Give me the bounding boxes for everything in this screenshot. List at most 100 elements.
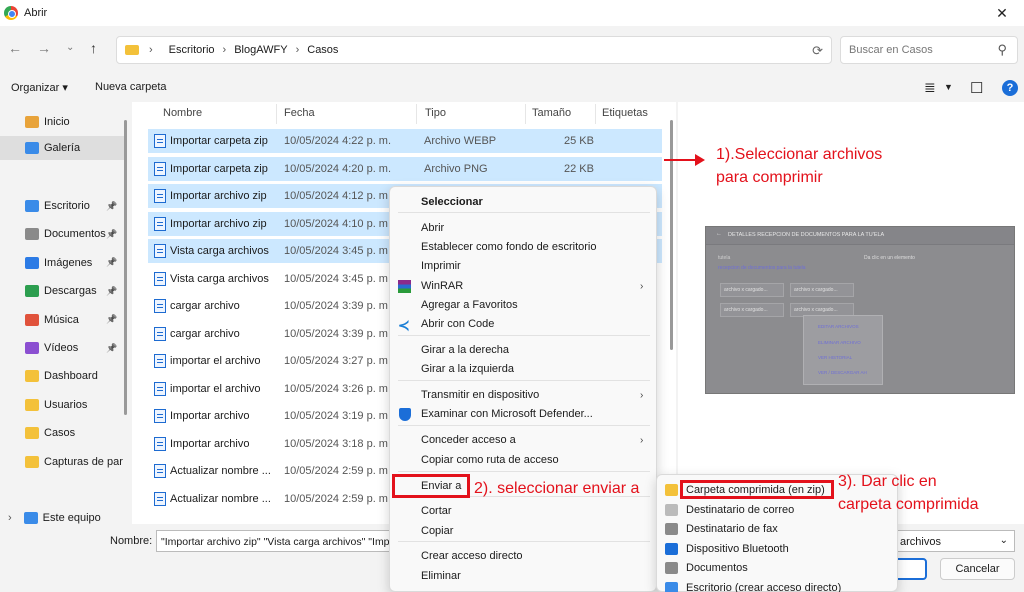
chevron-right-icon: › <box>640 435 644 446</box>
breadcrumb-escritorio[interactable]: Escritorio <box>169 44 215 56</box>
menu-divider <box>398 425 650 426</box>
menu-item-transmitir-en-dispositivo[interactable]: Transmitir en dispositivo › <box>390 386 658 405</box>
shield-icon <box>399 408 411 421</box>
sidebar-item-música[interactable]: Música 📌 <box>0 308 126 332</box>
sidebar-item-label: Este equipo <box>42 512 101 524</box>
sidebar-item-capturas-de-par[interactable]: Capturas de par <box>0 450 126 474</box>
submenu-item-label: Destinatario de correo <box>686 503 795 516</box>
column-header-name[interactable]: Nombre <box>163 102 202 124</box>
help-icon[interactable]: ? <box>1002 80 1018 96</box>
pin-icon[interactable]: 📌 <box>106 257 117 268</box>
window-title: Abrir <box>24 7 48 19</box>
folder-icon <box>25 370 39 383</box>
menu-item-winrar[interactable]: WinRAR › <box>390 277 658 296</box>
sidebar-item-documentos[interactable]: Documentos 📌 <box>0 222 126 246</box>
menu-item-establecer-como-fondo-de-escritorio[interactable]: Establecer como fondo de escritorio <box>390 238 658 257</box>
file-name: cargar archivo <box>170 300 240 312</box>
menu-item-girar-a-la-izquierda[interactable]: Girar a la izquierda <box>390 360 658 379</box>
mail-icon <box>665 503 678 516</box>
back-arrow-icon[interactable]: ← <box>8 40 22 56</box>
forward-arrow-icon[interactable]: → <box>37 40 51 56</box>
column-header-type[interactable]: Tipo <box>425 102 446 124</box>
menu-item-girar-a-la-derecha[interactable]: Girar a la derecha <box>390 341 658 360</box>
image-file-icon <box>154 491 166 506</box>
column-header-tags[interactable]: Etiquetas <box>602 102 648 124</box>
file-name: Importar archivo <box>170 437 250 450</box>
annotation-step3-line2: carpeta comprimida <box>838 496 979 513</box>
menu-item-examinar-con-microsoft-defender[interactable]: Examinar con Microsoft Defender... <box>390 405 658 424</box>
pin-icon[interactable]: 📌 <box>106 229 117 240</box>
preview-pane-icon[interactable]: ☐ <box>970 79 983 97</box>
menu-item-agregar-a-favoritos[interactable]: Agregar a Favoritos <box>390 296 658 315</box>
menu-item-cortar[interactable]: Cortar <box>390 502 658 521</box>
refresh-icon[interactable]: ⟳ <box>812 43 823 59</box>
annotation-step1: 1).Seleccionar archivos <box>716 146 883 163</box>
view-list-icon[interactable]: ≣ <box>924 79 936 96</box>
file-type-select[interactable]: archivos ⌄ <box>895 530 1015 552</box>
sidebar-item-galeria[interactable]: Galería <box>0 136 126 160</box>
address-bar[interactable]: › Escritorio › BlogAWFY › Casos ⟳ <box>116 36 832 64</box>
sidebar-item-label: Documentos <box>44 228 106 241</box>
submenu-item-desktop[interactable]: Escritorio (crear acceso directo) <box>657 578 899 592</box>
menu-item-label: Conceder acceso a <box>421 434 516 446</box>
image-file-icon <box>154 381 166 396</box>
winrar-icon <box>398 280 411 293</box>
highlight-zip-option <box>680 480 834 499</box>
sidebar-item-descargas[interactable]: Descargas 📌 <box>0 279 126 303</box>
submenu-item-bluetooth[interactable]: Dispositivo Bluetooth <box>657 539 899 559</box>
up-arrow-icon[interactable]: ↑ <box>90 40 97 56</box>
menu-item-label: Copiar como ruta de acceso <box>421 454 559 466</box>
menu-item-abrir[interactable]: Abrir <box>390 219 658 238</box>
view-dropdown-icon[interactable]: ▼ <box>944 82 953 92</box>
organize-button[interactable]: Organizar ▾ <box>11 81 68 94</box>
preview-link: recepcion de documentos para la tutela <box>718 265 806 271</box>
annotation-arrow <box>664 159 698 161</box>
pin-icon[interactable]: 📌 <box>106 343 117 354</box>
pin-icon[interactable]: 📌 <box>106 314 117 325</box>
highlight-send-to <box>392 474 470 498</box>
menu-item-crear-acceso-directo[interactable]: Crear acceso directo <box>390 547 658 566</box>
menu-item-conceder-acceso-a[interactable]: Conceder acceso a › <box>390 431 658 450</box>
file-list-scrollbar[interactable] <box>670 120 673 350</box>
pin-icon[interactable]: 📌 <box>106 201 117 212</box>
sidebar-item-inicio[interactable]: Inicio <box>0 110 126 134</box>
vscode-icon: ≺ <box>398 317 410 333</box>
menu-divider <box>398 541 650 542</box>
cancel-button[interactable]: Cancelar <box>940 558 1015 580</box>
search-input[interactable]: Buscar en Casos ⚲ <box>840 36 1018 64</box>
annotation-step3: 3). Dar clic en <box>838 473 937 490</box>
submenu-item-fax[interactable]: Destinatario de fax <box>657 519 899 539</box>
menu-item-abrir-con-code[interactable]: ≺ Abrir con Code <box>390 315 658 334</box>
sidebar-item-label: Galería <box>44 142 81 154</box>
column-header-date[interactable]: Fecha <box>284 102 315 124</box>
sidebar-scrollbar[interactable] <box>124 120 127 415</box>
menu-item-imprimir[interactable]: Imprimir <box>390 257 658 276</box>
sidebar-item-escritorio[interactable]: Escritorio 📌 <box>0 194 126 218</box>
close-icon[interactable]: ✕ <box>980 0 1024 26</box>
sidebar-item-vídeos[interactable]: Vídeos 📌 <box>0 336 126 360</box>
menu-item-copiar-como-ruta-de-acceso[interactable]: Copiar como ruta de acceso <box>390 451 658 470</box>
submenu-item-documents[interactable]: Documentos <box>657 558 899 578</box>
breadcrumb-blogawfy[interactable]: BlogAWFY <box>234 44 287 56</box>
pin-icon[interactable]: 📌 <box>106 286 117 297</box>
filename-input[interactable]: "Importar archivo zip" "Vista carga arch… <box>156 530 392 552</box>
file-name: Importar archivo zip <box>170 190 267 202</box>
sidebar-item-casos[interactable]: Casos <box>0 421 126 445</box>
new-folder-button[interactable]: Nueva carpeta <box>95 81 167 93</box>
column-header-size[interactable]: Tamaño <box>532 102 571 124</box>
recent-chevron-icon[interactable]: ⌄ <box>66 42 74 53</box>
breadcrumb-casos[interactable]: Casos <box>307 44 338 56</box>
file-name: importar el archivo <box>170 382 261 395</box>
menu-item-seleccionar[interactable]: Seleccionar <box>390 193 658 212</box>
sidebar-item-imágenes[interactable]: Imágenes 📌 <box>0 251 126 275</box>
expand-chevron-icon[interactable]: › <box>8 512 12 524</box>
sidebar-item-usuarios[interactable]: Usuarios <box>0 393 126 417</box>
file-date: 10/05/2024 2:59 p. m. <box>284 465 392 477</box>
menu-item-eliminar[interactable]: Eliminar <box>390 567 658 586</box>
table-row[interactable]: Importar carpeta zip 10/05/2024 4:22 p. m… <box>148 129 662 153</box>
menu-item-copiar[interactable]: Copiar <box>390 522 658 541</box>
table-row[interactable]: Importar carpeta zip 10/05/2024 4:20 p. m… <box>148 156 662 181</box>
home-icon <box>25 116 39 128</box>
computer-icon <box>23 512 38 524</box>
sidebar-item-dashboard[interactable]: Dashboard <box>0 364 126 388</box>
